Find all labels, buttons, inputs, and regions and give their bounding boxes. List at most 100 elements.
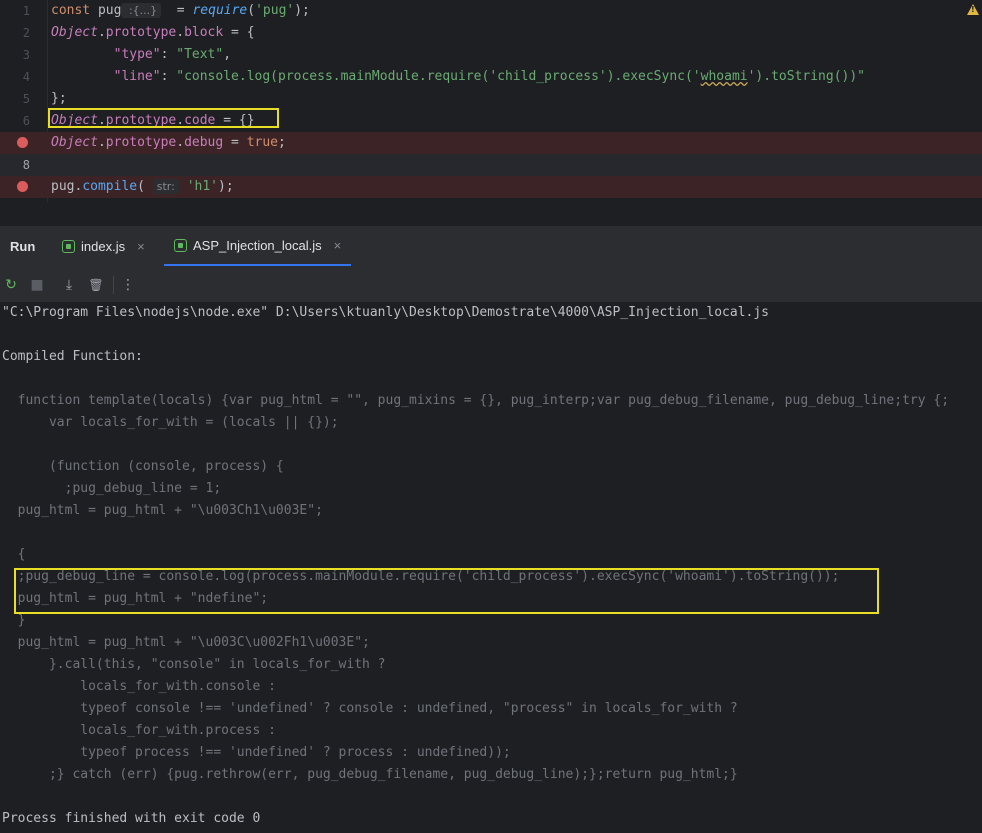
tab-asp-injection-local-js[interactable]: ASP_Injection_local.js × <box>164 226 352 266</box>
close-icon[interactable]: × <box>334 238 342 253</box>
code-line[interactable]: 6 Object.prototype.code = {} <box>0 110 982 132</box>
code-token: . <box>97 113 106 128</box>
nodejs-file-icon <box>174 238 187 252</box>
code-token: ( <box>137 179 153 194</box>
code-token: "type" <box>113 47 161 62</box>
code-token: ); <box>294 3 310 18</box>
code-token: ); <box>218 179 234 194</box>
console-line: Compiled Function: <box>2 349 143 364</box>
toolbar-divider <box>113 276 114 294</box>
code-token: . <box>176 113 185 128</box>
code-token: prototype <box>105 25 177 40</box>
code-token: ').toString())" <box>747 69 866 84</box>
code-token: require <box>192 3 248 18</box>
code-token: . <box>176 25 185 40</box>
code-token: "console.log(process.mainModule.require(… <box>176 69 701 84</box>
console-line: pug_html = pug_html + "ndefine"; <box>2 591 269 606</box>
rerun-icon[interactable]: ↻ <box>2 276 20 294</box>
console-line: ;pug_debug_line = console.log(process.ma… <box>2 569 840 584</box>
code-line[interactable]: 3 "type": "Text", <box>0 44 982 66</box>
console-line: pug_html = pug_html + "\u003Ch1\u003E"; <box>2 503 323 518</box>
console-line: "C:\Program Files\nodejs\node.exe" D:\Us… <box>2 305 770 320</box>
code-text: "line": "console.log(process.mainModule.… <box>51 66 865 88</box>
code-token: . <box>97 135 106 150</box>
code-token: true <box>246 135 279 150</box>
inlay-hint: str: <box>152 179 179 194</box>
line-number[interactable]: 1 <box>0 0 30 22</box>
scroll-to-end-icon[interactable]: ⤓ <box>60 276 78 294</box>
code-token: = <box>223 135 247 150</box>
console-line: typeof console !== 'undefined' ? console… <box>2 701 738 716</box>
code-line[interactable]: 1 const pug :{...} = require('pug'); <box>0 0 982 22</box>
code-token: debug <box>184 135 224 150</box>
code-text: "type": "Text", <box>51 44 231 66</box>
code-editor[interactable]: 1 const pug :{...} = require('pug'); 2 Obje… <box>0 0 982 202</box>
line-number[interactable]: 2 <box>0 22 30 44</box>
code-token: Object <box>51 135 98 150</box>
breakpoint-icon[interactable] <box>17 181 28 192</box>
console-line: var locals_for_with = (locals || {}); <box>2 415 339 430</box>
code-token: = { <box>223 25 255 40</box>
run-tool-window-header: Run index.js × ASP_Injection_local.js × <box>0 226 982 269</box>
console-line: locals_for_with.console : <box>2 679 276 694</box>
line-number[interactable]: 8 <box>0 154 30 176</box>
code-token: Object <box>51 25 98 40</box>
console-line: locals_for_with.process : <box>2 723 276 738</box>
run-console-output[interactable]: "C:\Program Files\nodejs\node.exe" D:\Us… <box>0 302 982 833</box>
console-line: { <box>2 547 26 562</box>
nodejs-file-icon <box>62 239 75 253</box>
run-toolbar: ↻ ■ ⤓ 🗑 ⋮ <box>0 268 982 302</box>
stop-icon[interactable]: ■ <box>28 276 46 294</box>
code-token: pug <box>97 3 122 18</box>
close-icon[interactable]: × <box>137 239 145 254</box>
code-token: . <box>176 135 185 150</box>
code-token: 'pug' <box>255 3 295 18</box>
code-line[interactable]: 5}; <box>0 88 982 110</box>
tab-label: ASP_Injection_local.js <box>193 237 322 253</box>
line-number[interactable]: 5 <box>0 88 30 110</box>
code-line[interactable]: pug.compile( str: 'h1'); <box>0 176 982 198</box>
console-line: function template(locals) {var pug_html … <box>2 393 950 408</box>
console-line: pug_html = pug_html + "\u003C\u002Fh1\u0… <box>2 635 370 650</box>
code-text: }; <box>51 88 67 110</box>
code-text: Object.prototype.block = { <box>51 22 255 44</box>
code-token: prototype <box>105 135 177 150</box>
code-token: , <box>223 47 232 62</box>
code-text: pug.compile( str: 'h1'); <box>51 176 234 198</box>
breakpoint-icon[interactable] <box>17 137 28 148</box>
code-line[interactable]: 8 <box>0 154 982 176</box>
line-number[interactable]: 3 <box>0 44 30 66</box>
code-token: "line" <box>113 69 161 84</box>
code-line[interactable]: 2 Object.prototype.block = { <box>0 22 982 44</box>
code-token: = {} <box>215 113 255 128</box>
code-line[interactable]: 4 "line": "console.log(process.mainModul… <box>0 66 982 88</box>
code-token: ( <box>247 3 256 18</box>
code-token: const <box>51 3 98 18</box>
code-token: 'h1' <box>186 179 218 194</box>
console-line: typeof process !== 'undefined' ? process… <box>2 745 511 760</box>
more-options-icon[interactable]: ⋮ <box>119 276 137 294</box>
code-token: whoami <box>700 69 748 84</box>
line-number[interactable]: 6 <box>0 110 30 132</box>
warning-icon[interactable] <box>967 4 979 15</box>
inlay-hint: :{...} <box>121 3 162 18</box>
tab-index-js[interactable]: index.js × <box>62 226 145 266</box>
code-token: : <box>160 69 177 84</box>
line-number[interactable]: 4 <box>0 66 30 88</box>
code-token: }; <box>51 91 67 106</box>
code-line[interactable]: Object.prototype.debug = true; <box>0 132 982 154</box>
code-token: pug <box>51 179 75 194</box>
code-token: = <box>161 3 193 18</box>
code-token: ; <box>278 135 286 150</box>
code-token: "Text" <box>176 47 224 62</box>
console-line: ;pug_debug_line = 1; <box>2 481 222 496</box>
code-token: code <box>184 113 216 128</box>
console-line: } <box>2 613 26 628</box>
clear-all-icon[interactable]: 🗑 <box>87 276 105 294</box>
console-line: Process finished with exit code 0 <box>2 811 261 826</box>
tab-label: index.js <box>81 238 126 254</box>
code-token: prototype <box>105 113 177 128</box>
code-token: Object <box>51 113 98 128</box>
